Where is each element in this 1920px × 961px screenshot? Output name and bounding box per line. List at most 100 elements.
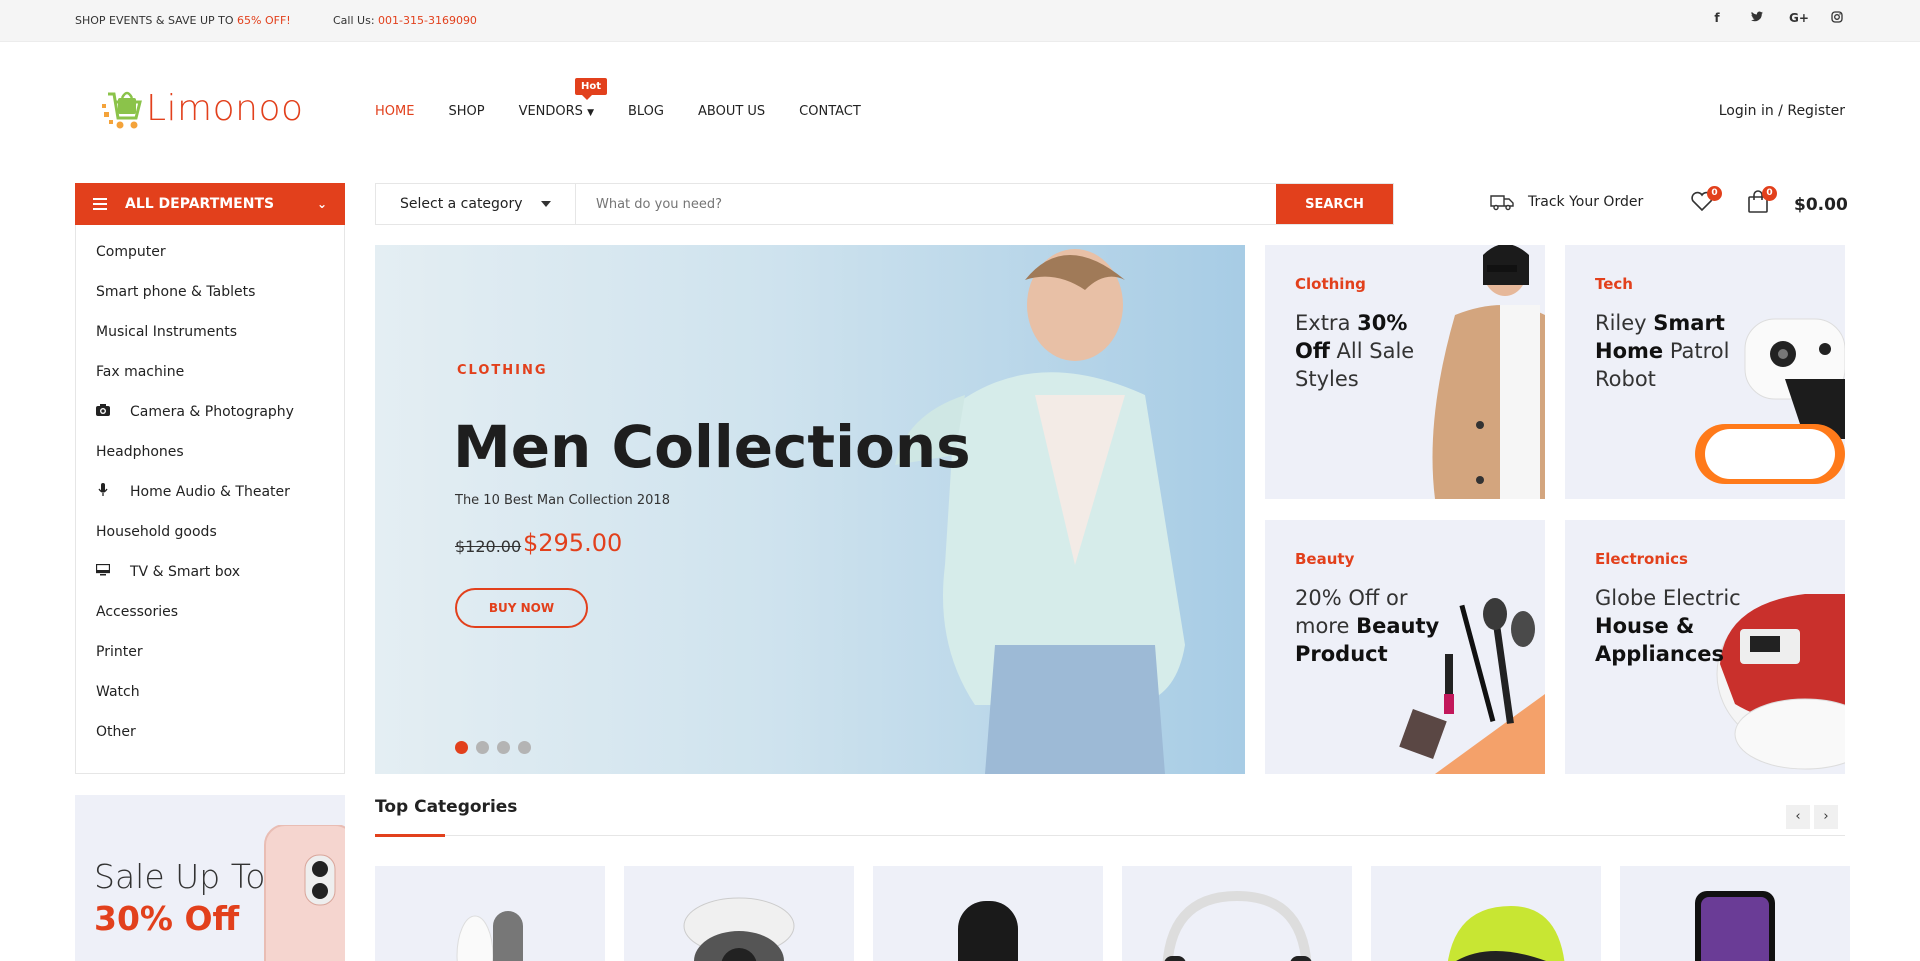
truck-icon: [1490, 195, 1514, 211]
all-departments-toggle[interactable]: ALL DEPARTMENTS ⌄: [75, 183, 345, 225]
banner-beauty[interactable]: Beauty 20% Off or more Beauty Product: [1265, 520, 1545, 774]
category-cctv-image: [683, 897, 795, 961]
banner-text-pre: Extra: [1295, 311, 1358, 335]
banner-tag: Electronics: [1595, 550, 1688, 568]
chevron-down-icon: ⌄: [316, 197, 327, 211]
hero-title: Men Collections: [453, 413, 971, 481]
banner-text-pre: Riley: [1595, 311, 1654, 335]
category-card-camera[interactable]: [624, 866, 854, 961]
logo-text: Limonoo: [146, 87, 304, 129]
nav-blog[interactable]: BLOG: [628, 104, 664, 119]
facebook-icon[interactable]: f: [1709, 11, 1725, 26]
dept-item-camera[interactable]: Camera & Photography: [76, 392, 344, 432]
sale-line-2: 30% Off: [94, 899, 240, 938]
sale-banner[interactable]: Sale Up To 30% Off: [75, 795, 345, 961]
slider-dot-2[interactable]: [476, 741, 489, 754]
nav-about[interactable]: ABOUT US: [698, 104, 765, 119]
dept-label: Household goods: [96, 524, 217, 540]
call-prefix: Call Us:: [333, 14, 379, 27]
slider-dot-3[interactable]: [497, 741, 510, 754]
dept-label: Accessories: [96, 604, 179, 620]
category-mouse-image: [456, 911, 523, 961]
promo-value: 65% OFF!: [237, 14, 291, 27]
dept-item-printer[interactable]: Printer: [76, 632, 344, 672]
logo[interactable]: Limonoo: [100, 84, 304, 132]
category-card-phone[interactable]: [1620, 866, 1850, 961]
category-iphone-image: [1695, 891, 1775, 961]
category-helmet-image: [1447, 906, 1565, 961]
sale-line-1: Sale Up To: [94, 857, 266, 896]
banner-tag: Beauty: [1295, 550, 1355, 568]
category-card-headphones[interactable]: [1122, 866, 1352, 961]
hero-slider: CLOTHING Men Collections The 10 Best Man…: [375, 245, 1245, 774]
instagram-icon[interactable]: [1829, 11, 1845, 26]
dept-label: Fax machine: [96, 364, 185, 380]
track-order-link[interactable]: Track Your Order: [1490, 193, 1643, 211]
dept-item-watch[interactable]: Watch: [76, 672, 344, 712]
category-card-helmet[interactable]: [1371, 866, 1601, 961]
dept-item-fax[interactable]: Fax machine: [76, 352, 344, 392]
dept-label: Printer: [96, 644, 143, 660]
search-input[interactable]: [576, 184, 1276, 224]
phone-link[interactable]: 001-315-3169090: [378, 14, 477, 27]
banner-tech[interactable]: Tech Riley Smart Home Patrol Robot: [1565, 245, 1845, 499]
cart-total: $0.00: [1794, 195, 1848, 215]
search-bar: Select a category SEARCH: [375, 183, 1394, 225]
departments-list: Computer Smart phone & Tablets Musical I…: [75, 225, 345, 774]
dept-item-accessories[interactable]: Accessories: [76, 592, 344, 632]
menu-icon: [93, 195, 107, 213]
wishlist-button[interactable]: 0: [1690, 186, 1722, 216]
banner-text-bold: House & Appliances: [1595, 614, 1725, 666]
chevron-right-icon[interactable]: ›: [1814, 805, 1838, 829]
dept-item-household[interactable]: Household goods: [76, 512, 344, 552]
twitter-icon[interactable]: [1749, 11, 1765, 26]
dept-item-other[interactable]: Other: [76, 712, 344, 752]
slider-dot-1[interactable]: [455, 741, 468, 754]
carousel-arrows: ‹ ›: [1786, 805, 1838, 829]
dept-label: Headphones: [96, 444, 184, 460]
social-links: f G+: [1709, 11, 1845, 26]
hero-tag: CLOTHING: [457, 363, 548, 378]
buy-now-button[interactable]: BUY NOW: [455, 588, 588, 628]
dept-item-smartphone[interactable]: Smart phone & Tablets: [76, 272, 344, 312]
promo-prefix: SHOP EVENTS & SAVE UP TO: [75, 14, 238, 27]
category-card-speaker[interactable]: [873, 866, 1103, 961]
login-register-link[interactable]: Login in / Register: [1719, 103, 1845, 119]
hot-badge: Hot: [575, 78, 608, 100]
hero-subtitle: The 10 Best Man Collection 2018: [455, 493, 670, 508]
hero-model-image: [895, 249, 1185, 774]
dept-item-computer[interactable]: Computer: [76, 232, 344, 272]
nav-home[interactable]: HOME: [375, 104, 414, 119]
dept-item-musical[interactable]: Musical Instruments: [76, 312, 344, 352]
nav-contact[interactable]: CONTACT: [799, 104, 861, 119]
category-card-mouse[interactable]: [375, 866, 605, 961]
microphone-icon: [96, 483, 110, 501]
dept-item-headphones[interactable]: Headphones: [76, 432, 344, 472]
cart-count: 0: [1762, 186, 1777, 201]
top-categories-title: Top Categories: [375, 797, 518, 817]
banner-text: Riley Smart Home Patrol Robot: [1595, 309, 1745, 393]
google-plus-icon[interactable]: G+: [1789, 11, 1809, 26]
slider-dot-4[interactable]: [518, 741, 531, 754]
banner-clothing[interactable]: Clothing Extra 30% Off All Sale Styles: [1265, 245, 1545, 499]
departments-title: ALL DEPARTMENTS: [125, 196, 275, 212]
category-speaker-image: [958, 901, 1018, 961]
banner-electronics[interactable]: Electronics Globe Electric House & Appli…: [1565, 520, 1845, 774]
track-order-label: Track Your Order: [1528, 194, 1644, 210]
dept-label: Smart phone & Tablets: [96, 284, 256, 300]
dept-item-tv[interactable]: TV & Smart box: [76, 552, 344, 592]
main-nav: HOME SHOP VENDORS ▼ BLOG ABOUT US CONTAC…: [375, 104, 895, 119]
category-select[interactable]: Select a category: [376, 184, 576, 224]
nav-shop[interactable]: SHOP: [448, 104, 484, 119]
caret-down-icon: [541, 201, 551, 207]
dept-label: Computer: [96, 244, 166, 260]
nav-vendors[interactable]: VENDORS ▼: [519, 104, 594, 119]
dept-item-audio[interactable]: Home Audio & Theater: [76, 472, 344, 512]
nav-vendors-label: VENDORS: [518, 104, 583, 119]
wishlist-count: 0: [1707, 186, 1722, 201]
cart-button[interactable]: 0: [1747, 186, 1777, 218]
caret-down-icon: ▼: [587, 108, 594, 118]
dept-label: Other: [96, 724, 136, 740]
search-button[interactable]: SEARCH: [1276, 184, 1393, 224]
chevron-left-icon[interactable]: ‹: [1786, 805, 1810, 829]
